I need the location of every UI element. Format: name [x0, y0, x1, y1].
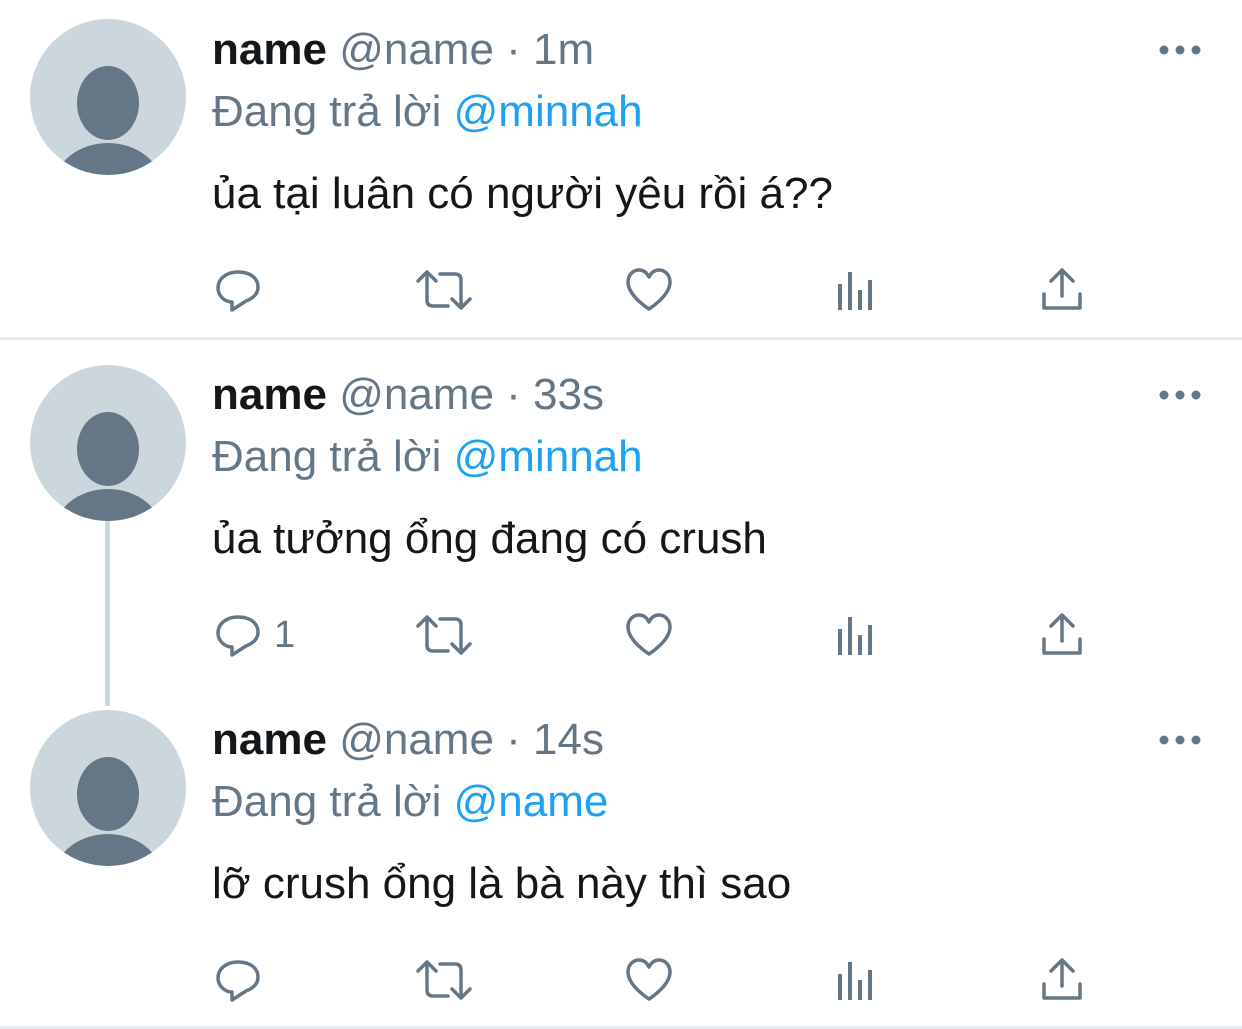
retweet-button[interactable] [414, 956, 474, 1004]
share-icon [1042, 958, 1082, 1000]
tweet-header: name @name · 14s [212, 714, 604, 766]
replying-to: Đang trả lời @name [212, 776, 608, 828]
avatar[interactable] [30, 710, 186, 866]
timestamp[interactable]: 14s [533, 715, 604, 764]
tweet[interactable]: name @name · 33s Đang trả lời @minnah ủa… [0, 345, 1242, 690]
like-button[interactable] [624, 266, 674, 314]
replying-to-label: Đang trả lời [212, 432, 442, 481]
share-icon [1042, 268, 1082, 310]
share-button[interactable] [1038, 266, 1086, 314]
reply-count: 1 [274, 613, 296, 656]
divider [0, 337, 1242, 340]
more-options-button[interactable] [1158, 387, 1202, 403]
stats-icon [838, 272, 872, 310]
replying-to-label: Đang trả lời [212, 87, 442, 136]
mention-link[interactable]: @minnah [454, 432, 643, 481]
mention-link[interactable]: @minnah [454, 87, 643, 136]
display-name[interactable]: name [212, 715, 327, 764]
reply-icon [216, 615, 260, 657]
separator-dot: · [506, 715, 521, 764]
username[interactable]: @name [339, 715, 494, 764]
retweet-icon [416, 615, 472, 655]
separator-dot: · [506, 25, 521, 74]
display-name[interactable]: name [212, 25, 327, 74]
retweet-icon [416, 270, 472, 310]
retweet-button[interactable] [414, 266, 474, 314]
tweet[interactable]: name @name · 14s Đang trả lời @name lỡ c… [0, 690, 1242, 1026]
share-button[interactable] [1038, 611, 1086, 659]
tweet-text: ủa tưởng ổng đang có crush [212, 514, 767, 563]
avatar[interactable] [30, 19, 186, 175]
retweet-button[interactable] [414, 611, 474, 659]
replying-to: Đang trả lời @minnah [212, 86, 643, 138]
stats-button[interactable] [832, 956, 880, 1004]
username[interactable]: @name [339, 370, 494, 419]
more-icon [1159, 390, 1201, 400]
default-avatar-icon [56, 66, 160, 175]
more-options-button[interactable] [1158, 732, 1202, 748]
display-name[interactable]: name [212, 370, 327, 419]
default-avatar-icon [56, 412, 160, 521]
more-icon [1159, 45, 1201, 55]
share-button[interactable] [1038, 956, 1086, 1004]
share-icon [1042, 613, 1082, 655]
stats-button[interactable] [832, 611, 880, 659]
more-icon [1159, 735, 1201, 745]
reply-icon [216, 960, 260, 1002]
reply-icon [216, 270, 260, 312]
like-button[interactable] [624, 956, 674, 1004]
tweet-actions [214, 956, 1094, 1004]
tweet-header: name @name · 33s [212, 369, 604, 421]
like-icon [626, 268, 672, 311]
stats-button[interactable] [832, 266, 880, 314]
stats-icon [838, 617, 872, 655]
timestamp[interactable]: 33s [533, 370, 604, 419]
like-icon [626, 613, 672, 656]
reply-button[interactable] [214, 956, 274, 1004]
default-avatar-icon [56, 757, 160, 866]
tweet-actions: 1 [214, 611, 1094, 659]
tweet-text: ủa tại luân có người yêu rồi á?? [212, 169, 833, 218]
separator-dot: · [506, 370, 521, 419]
reply-button[interactable] [214, 266, 274, 314]
tweet-actions [214, 266, 1094, 314]
tweet[interactable]: name @name · 1m Đang trả lời @minnah ủa … [0, 0, 1242, 338]
tweet-header: name @name · 1m [212, 24, 594, 76]
like-button[interactable] [624, 611, 674, 659]
retweet-icon [416, 960, 472, 1000]
replying-to: Đang trả lời @minnah [212, 431, 643, 483]
reply-button[interactable]: 1 [214, 611, 295, 659]
username[interactable]: @name [339, 25, 494, 74]
avatar[interactable] [30, 365, 186, 521]
stats-icon [838, 962, 872, 1000]
like-icon [626, 958, 672, 1001]
tweet-text: lỡ crush ổng là bà này thì sao [212, 859, 792, 908]
replying-to-label: Đang trả lời [212, 777, 442, 826]
timestamp[interactable]: 1m [533, 25, 594, 74]
more-options-button[interactable] [1158, 42, 1202, 58]
mention-link[interactable]: @name [454, 777, 609, 826]
